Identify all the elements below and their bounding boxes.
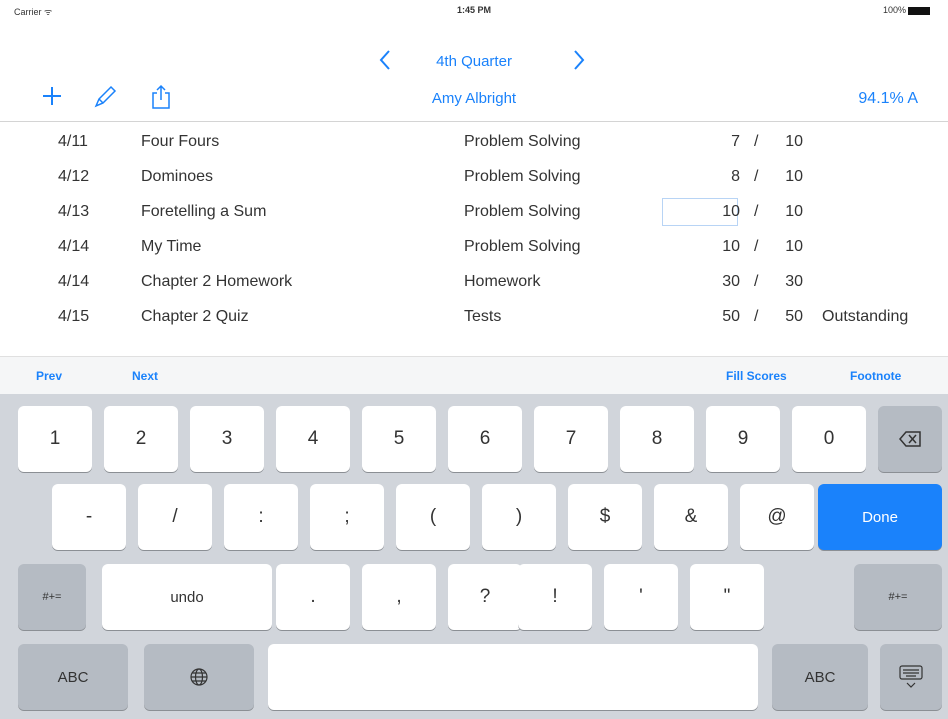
battery-indicator: 100% — [883, 5, 930, 15]
category-cell: Tests — [464, 308, 502, 325]
key-question[interactable]: ? — [448, 564, 522, 630]
table-row[interactable]: 4/15 Chapter 2 Quiz Tests 50 / 50 Outsta… — [0, 299, 948, 334]
table-row[interactable]: 4/14 Chapter 2 Homework Homework 30 / 30 — [0, 264, 948, 299]
undo-key[interactable]: undo — [102, 564, 272, 630]
assignment-name: Chapter 2 Quiz — [141, 308, 249, 325]
possible-score: 10 — [785, 168, 803, 185]
key-open-paren[interactable]: ( — [396, 484, 470, 550]
key-period[interactable]: . — [276, 564, 350, 630]
table-row[interactable]: 4/14 My Time Problem Solving 10 / 10 — [0, 229, 948, 264]
score-separator: / — [754, 273, 759, 290]
key-6[interactable]: 6 — [448, 406, 522, 472]
score-separator: / — [754, 168, 759, 185]
symbols-key-left[interactable]: #+= — [18, 564, 86, 630]
date-cell: 4/12 — [58, 168, 90, 185]
status-bar: Carrier ᯤ 1:45 PM 100% — [0, 0, 948, 20]
key-comma[interactable]: , — [362, 564, 436, 630]
possible-score: 10 — [785, 203, 803, 220]
space-bar[interactable] — [268, 644, 758, 710]
abc-key-left[interactable]: ABC — [18, 644, 128, 710]
earned-score[interactable]: 50 — [660, 308, 740, 326]
category-cell: Homework — [464, 273, 541, 290]
footnote-cell: Outstanding — [822, 308, 909, 325]
fill-scores-button[interactable]: Fill Scores — [726, 369, 787, 383]
possible-score: 10 — [785, 238, 803, 255]
key-colon[interactable]: : — [224, 484, 298, 550]
score-separator: / — [754, 203, 759, 220]
key-1[interactable]: 1 — [18, 406, 92, 472]
date-cell: 4/14 — [58, 238, 90, 255]
key-9[interactable]: 9 — [706, 406, 780, 472]
table-row[interactable]: 4/12 Dominoes Problem Solving 8 / 10 — [0, 159, 948, 194]
date-cell: 4/13 — [58, 203, 90, 220]
key-semicolon[interactable]: ; — [310, 484, 384, 550]
earned-score[interactable]: 10 — [660, 238, 740, 256]
table-row[interactable]: 4/13 Foretelling a Sum Problem Solving 1… — [0, 194, 948, 229]
key-exclamation[interactable]: ! — [518, 564, 592, 630]
grade-summary: 94.1% A — [858, 90, 918, 107]
battery-percent: 100% — [882, 5, 906, 15]
prev-button[interactable]: Prev — [36, 369, 62, 383]
key-dollar[interactable]: $ — [568, 484, 642, 550]
key-slash[interactable]: / — [138, 484, 212, 550]
key-ampersand[interactable]: & — [654, 484, 728, 550]
possible-score: 10 — [785, 133, 803, 150]
quarter-title: 4th Quarter — [436, 53, 512, 70]
assignment-name: Chapter 2 Homework — [141, 273, 293, 290]
assignment-name: Four Fours — [141, 133, 220, 150]
keyboard-accessory-bar: Prev Next Fill Scores Footnote — [0, 356, 948, 395]
key-close-paren[interactable]: ) — [482, 484, 556, 550]
earned-score-input[interactable]: 10 — [660, 203, 740, 221]
key-at[interactable]: @ — [740, 484, 814, 550]
category-cell: Problem Solving — [464, 133, 581, 150]
done-button[interactable]: Done — [818, 484, 942, 550]
student-name[interactable]: Amy Albright — [0, 90, 948, 107]
assignment-name: My Time — [141, 238, 202, 255]
backspace-icon[interactable] — [878, 406, 942, 472]
key-5[interactable]: 5 — [362, 406, 436, 472]
footnote-button[interactable]: Footnote — [850, 369, 901, 383]
toolbar: Amy Albright 94.1% A — [0, 84, 948, 116]
score-separator: / — [754, 133, 759, 150]
key-7[interactable]: 7 — [534, 406, 608, 472]
key-quote[interactable]: " — [690, 564, 764, 630]
date-cell: 4/14 — [58, 273, 90, 290]
header-divider — [0, 121, 948, 122]
score-separator: / — [754, 308, 759, 325]
key-minus[interactable]: - — [52, 484, 126, 550]
date-cell: 4/15 — [58, 308, 90, 325]
abc-key-right[interactable]: ABC — [772, 644, 868, 710]
category-cell: Problem Solving — [464, 168, 581, 185]
possible-score: 30 — [785, 273, 803, 290]
key-4[interactable]: 4 — [276, 406, 350, 472]
battery-icon — [908, 6, 930, 15]
chevron-right-icon[interactable] — [572, 48, 586, 77]
key-0[interactable]: 0 — [792, 406, 866, 472]
symbols-key-right[interactable]: #+= — [854, 564, 942, 630]
key-2[interactable]: 2 — [104, 406, 178, 472]
key-8[interactable]: 8 — [620, 406, 694, 472]
numeric-keyboard: 1 2 3 4 5 6 7 8 9 0 - / : ; ( ) $ & @ Do… — [0, 394, 948, 719]
globe-icon[interactable] — [144, 644, 254, 710]
quarter-navigation: 4th Quarter — [0, 48, 948, 76]
assignment-name: Foretelling a Sum — [141, 203, 267, 220]
score-separator: / — [754, 238, 759, 255]
assignment-name: Dominoes — [141, 168, 214, 185]
keyboard-hide-icon[interactable] — [880, 644, 942, 710]
earned-score[interactable]: 8 — [660, 168, 740, 186]
clock: 1:45 PM — [456, 5, 491, 15]
table-row[interactable]: 4/11 Four Fours Problem Solving 7 / 10 — [0, 124, 948, 159]
earned-score[interactable]: 7 — [660, 133, 740, 151]
key-3[interactable]: 3 — [190, 406, 264, 472]
assignments-table: 4/11 Four Fours Problem Solving 7 / 10 4… — [0, 124, 948, 334]
possible-score: 50 — [785, 308, 803, 325]
next-button[interactable]: Next — [132, 369, 158, 383]
category-cell: Problem Solving — [464, 203, 581, 220]
key-apostrophe[interactable]: ' — [604, 564, 678, 630]
earned-score[interactable]: 30 — [660, 273, 740, 291]
category-cell: Problem Solving — [464, 238, 581, 255]
date-cell: 4/11 — [58, 133, 88, 150]
